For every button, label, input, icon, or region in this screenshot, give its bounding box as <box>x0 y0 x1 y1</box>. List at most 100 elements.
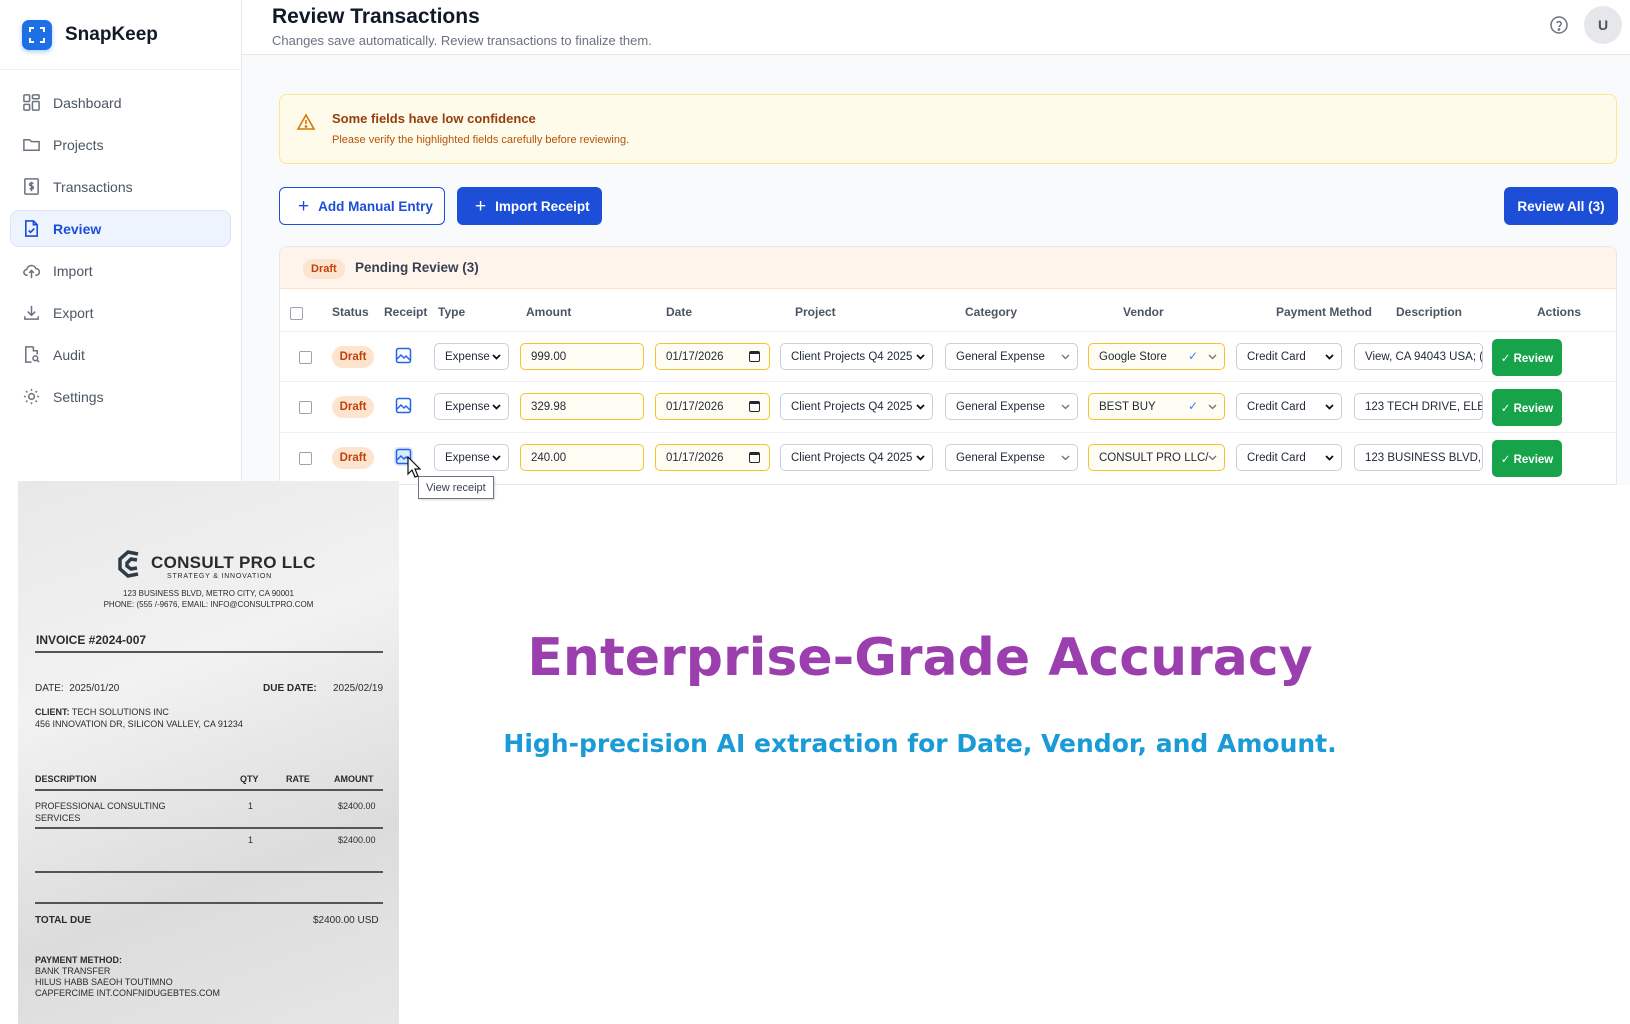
chevron-down-icon <box>1208 404 1217 410</box>
vendor-combobox[interactable]: CONSULT PRO LLC/ <box>1088 444 1225 471</box>
receipt-payment-line: HILUS HABB SAEOH TOUTIMNO <box>35 977 173 987</box>
sidebar-item-transactions[interactable]: Transactions <box>10 168 231 205</box>
review-button[interactable]: ✓ Review <box>1492 339 1562 376</box>
sidebar-item-projects[interactable]: Projects <box>10 126 231 163</box>
column-header: Description <box>1396 305 1463 319</box>
row-checkbox[interactable] <box>299 452 312 465</box>
sidebar-item-dashboard[interactable]: Dashboard <box>10 84 231 121</box>
chevron-down-icon <box>916 455 925 461</box>
payment-method-select[interactable]: Credit Card <box>1236 444 1342 471</box>
category-select[interactable]: General Expense <box>945 444 1078 471</box>
description-input[interactable]: View, CA 94043 USA; (6 <box>1354 343 1483 370</box>
date-input[interactable]: 01/17/2026 <box>655 444 770 471</box>
sidebar-nav: Dashboard Projects Transactions Review I… <box>0 70 241 434</box>
payment-value: Credit Card <box>1247 400 1306 413</box>
brand-name: SnapKeep <box>65 23 158 45</box>
sidebar-item-import[interactable]: Import <box>10 252 231 289</box>
receipt-total-label: TOTAL DUE <box>35 915 92 926</box>
receipt-payment-line: BANK TRANSFER <box>35 966 111 976</box>
help-icon[interactable] <box>1548 14 1570 36</box>
type-value: Expense <box>445 350 490 363</box>
description-input[interactable]: 123 BUSINESS BLVD, M <box>1354 444 1483 471</box>
file-check-icon <box>24 220 39 237</box>
receipt-tagline: STRATEGY & INNOVATION <box>167 573 272 580</box>
consult-pro-logo-icon <box>118 550 139 578</box>
review-button[interactable]: ✓ Review <box>1492 389 1562 426</box>
chevron-down-icon <box>916 404 925 410</box>
calendar-icon[interactable] <box>749 351 760 362</box>
vendor-combobox[interactable]: Google Store ✓ <box>1088 343 1225 370</box>
date-input[interactable]: 01/17/2026 <box>655 343 770 370</box>
receipt-image-icon[interactable] <box>394 346 413 365</box>
page-header: Review Transactions Changes save automat… <box>242 0 1630 55</box>
column-header: Date <box>666 305 693 319</box>
project-select[interactable]: Client Projects Q4 2025 <box>780 444 933 471</box>
avatar[interactable]: U <box>1584 6 1622 44</box>
amount-input[interactable]: 240.00 <box>520 444 644 471</box>
receipt-image-icon[interactable] <box>394 396 413 415</box>
folder-icon <box>23 138 40 151</box>
amount-input[interactable]: 999.00 <box>520 343 644 370</box>
vendor-value: CONSULT PRO LLC/ <box>1099 451 1209 464</box>
status-badge: Draft <box>303 259 345 279</box>
sidebar-item-audit[interactable]: Audit <box>10 336 231 373</box>
review-button[interactable]: ✓ Review <box>1492 440 1562 477</box>
payment-value: Credit Card <box>1247 350 1306 363</box>
receipt-col-rate: RATE <box>286 774 310 784</box>
type-select[interactable]: Expense <box>434 343 509 370</box>
receipt-item-amount: $2400.00 <box>338 835 376 845</box>
description-value: 123 TECH DRIVE, ELECT <box>1365 400 1482 413</box>
payment-method-select[interactable]: Credit Card <box>1236 343 1342 370</box>
receipt-due-label: DUE DATE: <box>263 683 317 694</box>
payment-method-select[interactable]: Credit Card <box>1236 393 1342 420</box>
sidebar-item-label: Transactions <box>53 178 133 195</box>
vendor-value: Google Store <box>1099 350 1167 363</box>
plus-icon: + <box>298 195 310 217</box>
select-all-checkbox[interactable] <box>290 307 303 320</box>
vendor-combobox[interactable]: BEST BUY ✓ <box>1088 393 1225 420</box>
brand[interactable]: SnapKeep <box>0 0 241 70</box>
chevron-down-icon <box>916 354 925 360</box>
receipt-preview: CONSULT PRO LLC STRATEGY & INNOVATION 12… <box>18 481 399 1024</box>
date-input[interactable]: 01/17/2026 <box>655 393 770 420</box>
sidebar-item-label: Audit <box>53 346 85 363</box>
add-manual-entry-button[interactable]: + Add Manual Entry <box>279 187 445 225</box>
marketing-headline: Enterprise-Grade Accuracy <box>527 628 1313 688</box>
calendar-icon[interactable] <box>749 452 760 463</box>
receipt-item-qty: 1 <box>248 835 254 845</box>
import-receipt-button[interactable]: + Import Receipt <box>457 187 602 225</box>
calendar-icon[interactable] <box>749 401 760 412</box>
project-select[interactable]: Client Projects Q4 2025 <box>780 343 933 370</box>
receipt-payment-label: PAYMENT METHOD: <box>35 955 123 965</box>
row-checkbox[interactable] <box>299 351 312 364</box>
sidebar-item-settings[interactable]: Settings <box>10 378 231 415</box>
chevron-down-icon <box>492 404 501 410</box>
app-logo-icon <box>22 19 52 50</box>
chevron-down-icon <box>1208 455 1217 461</box>
sidebar-item-export[interactable]: Export <box>10 294 231 331</box>
receipt-item-description-cont: SERVICES <box>35 813 81 823</box>
group-header: Draft Pending Review (3) <box>280 247 1616 289</box>
sidebar-item-review[interactable]: Review <box>10 210 231 247</box>
verified-check-icon: ✓ <box>1187 349 1198 363</box>
type-value: Expense <box>445 400 490 413</box>
low-confidence-alert: Some fields have low confidence Please v… <box>279 94 1617 164</box>
download-icon <box>24 305 39 320</box>
sidebar-item-label: Export <box>53 304 94 321</box>
type-select[interactable]: Expense <box>434 444 509 471</box>
column-header: Category <box>965 305 1018 319</box>
review-all-button[interactable]: Review All (3) <box>1504 187 1618 225</box>
description-input[interactable]: 123 TECH DRIVE, ELECT <box>1354 393 1483 420</box>
type-select[interactable]: Expense <box>434 393 509 420</box>
row-checkbox[interactable] <box>299 401 312 414</box>
category-value: General Expense <box>956 451 1045 464</box>
amount-input[interactable]: 329.98 <box>520 393 644 420</box>
category-select[interactable]: General Expense <box>945 343 1078 370</box>
column-header: Actions <box>1537 305 1582 319</box>
status-badge: Draft <box>332 396 374 418</box>
column-header: Receipt <box>384 305 428 319</box>
category-select[interactable]: General Expense <box>945 393 1078 420</box>
project-select[interactable]: Client Projects Q4 2025 <box>780 393 933 420</box>
receipt-col-amount: AMOUNT <box>334 774 374 784</box>
project-value: Client Projects Q4 2025 <box>791 400 913 413</box>
